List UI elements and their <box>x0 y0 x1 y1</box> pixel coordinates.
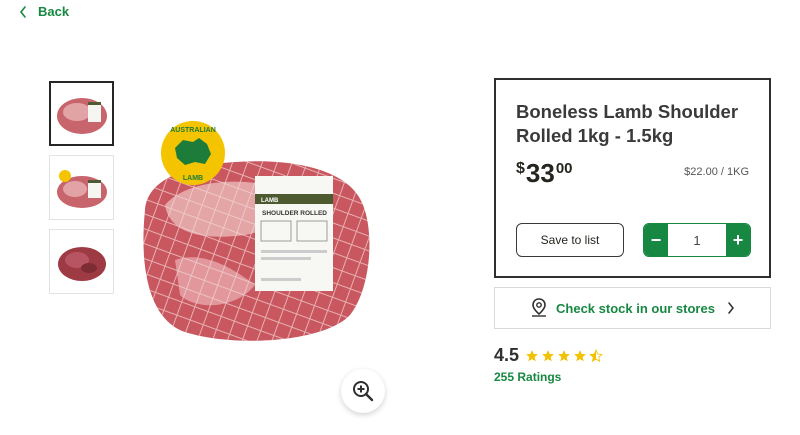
product-title: Boneless Lamb Shoulder Rolled 1kg - 1.5k… <box>516 101 739 146</box>
thumbnail-2[interactable] <box>49 155 114 220</box>
rating-section: 4.5 255 Ratings <box>494 345 603 384</box>
price-dollars: 33 <box>525 158 555 188</box>
zoom-in-icon <box>353 381 374 402</box>
chevron-left-icon <box>19 5 26 18</box>
badge-bottom-text: LAMB <box>183 175 203 182</box>
star-full-icon <box>574 349 586 361</box>
back-link[interactable]: Back <box>18 4 69 19</box>
star-full-icon <box>542 349 554 361</box>
thumbnail-1[interactable] <box>49 81 114 146</box>
badge-top-text: AUSTRALIAN <box>170 127 216 134</box>
ratings-count-link[interactable]: 255 Ratings <box>494 370 603 384</box>
star-full-icon <box>558 349 570 361</box>
thumbnail-3[interactable] <box>49 229 114 294</box>
price-cents: 00 <box>555 160 573 177</box>
lamb-thumbnail-image <box>57 246 106 281</box>
star-rating <box>525 348 603 363</box>
location-pin-icon <box>532 298 547 317</box>
price: $ 33 00 <box>516 158 573 188</box>
unit-price: $22.00 / 1KG <box>684 166 749 178</box>
product-card: Boneless Lamb Shoulder Rolled 1kg - 1.5k… <box>494 78 771 278</box>
save-to-list-button[interactable]: Save to list <box>516 223 624 257</box>
back-label: Back <box>38 4 70 19</box>
quantity-stepper: − + <box>643 223 751 257</box>
lamb-thumbnail-image <box>56 97 107 134</box>
star-half-icon <box>589 348 603 362</box>
zoom-button[interactable] <box>341 369 385 413</box>
main-product-image: LAMB SHOULDER ROLLED AUSTRALIAN LAMB <box>125 110 385 355</box>
decrease-quantity-button[interactable]: − <box>644 224 668 256</box>
lamb-thumbnail-image <box>56 169 107 208</box>
check-stock-label: Check stock in our stores <box>556 300 715 316</box>
quantity-input[interactable] <box>668 224 726 256</box>
label-brand: LAMB <box>261 198 279 204</box>
chevron-right-icon <box>728 302 734 314</box>
rating-value: 4.5 <box>494 345 520 365</box>
price-currency: $ <box>516 160 525 177</box>
star-full-icon <box>526 349 538 361</box>
increase-quantity-button[interactable]: + <box>726 224 750 256</box>
check-stock-button[interactable]: Check stock in our stores <box>494 287 771 329</box>
label-title: SHOULDER ROLLED <box>262 210 327 217</box>
